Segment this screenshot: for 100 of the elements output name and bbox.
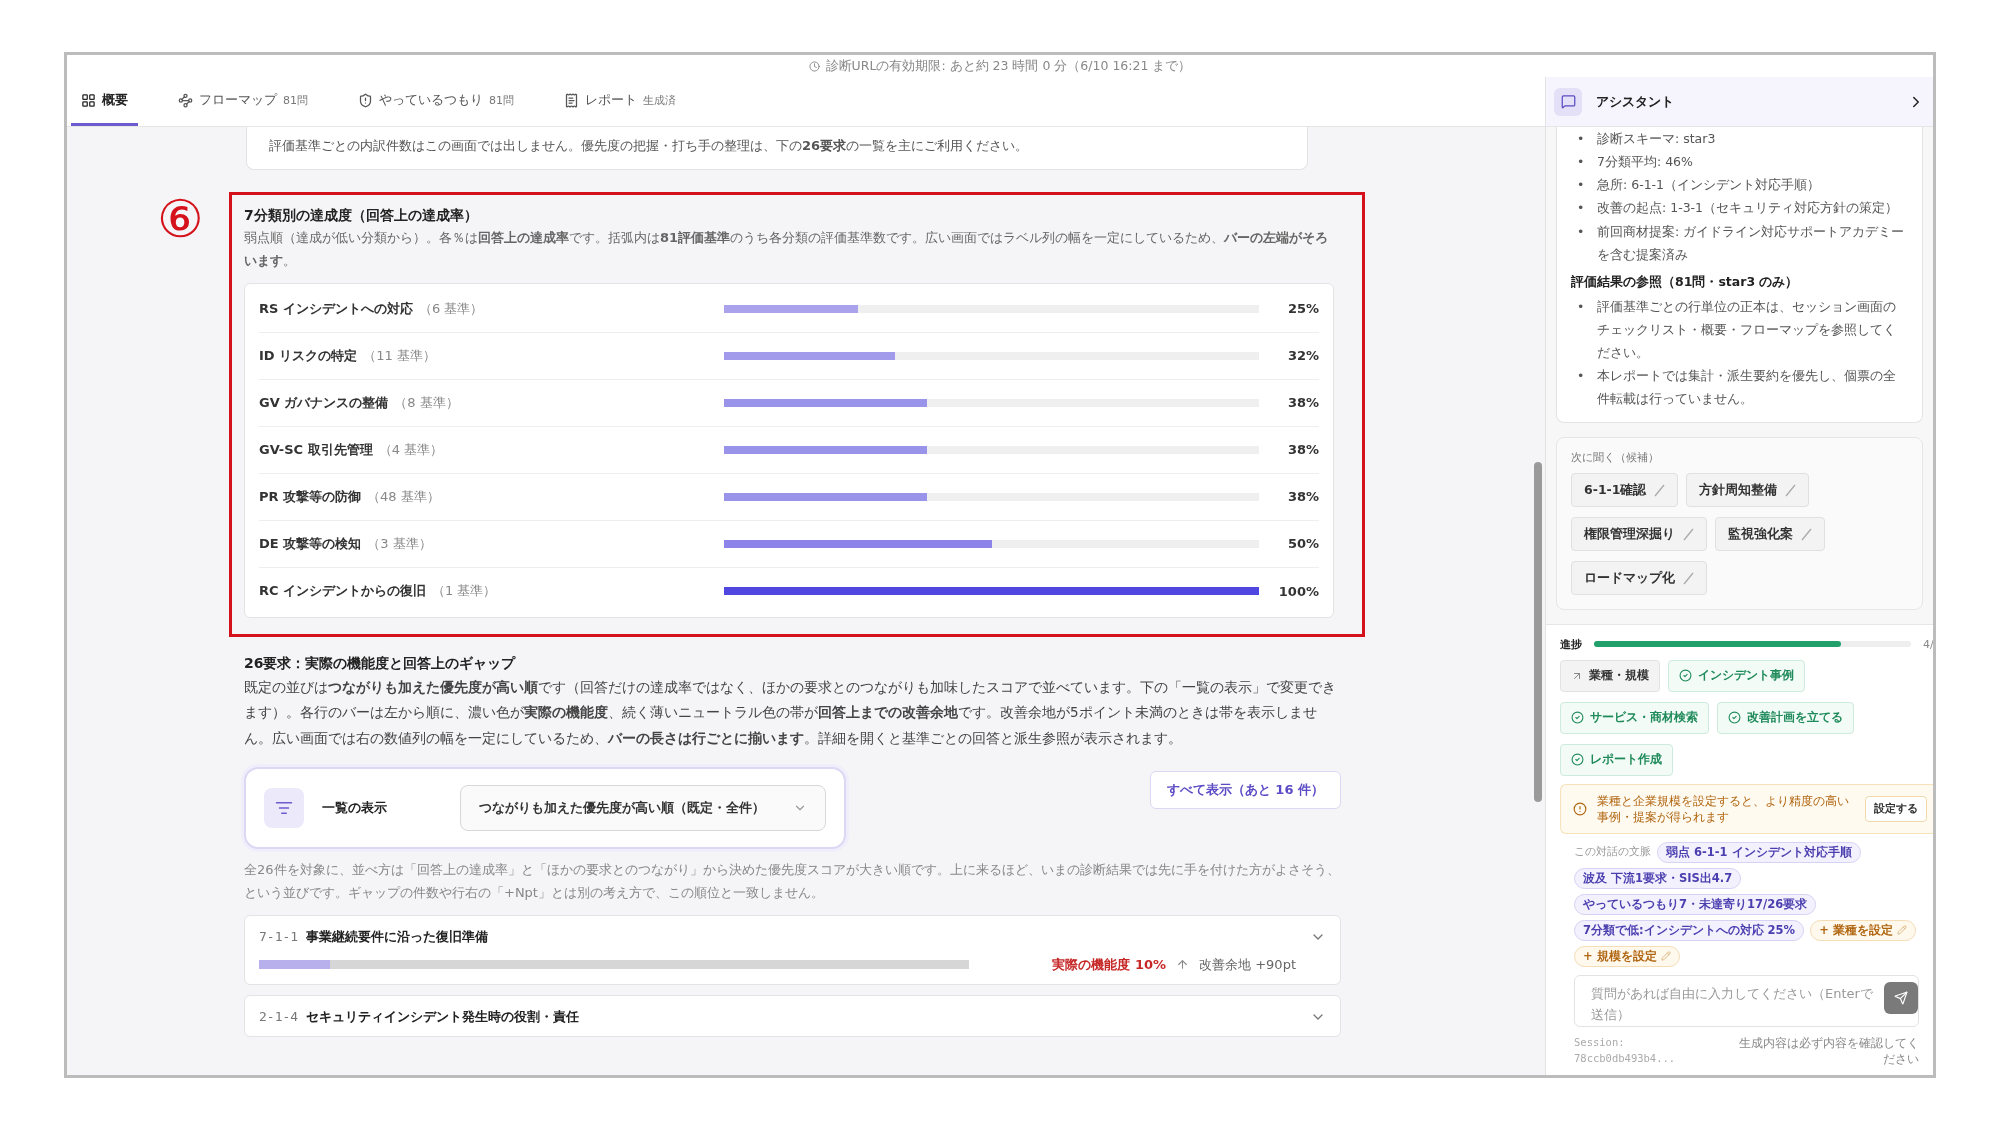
show-all-button[interactable]: すべて表示（あと 16 件）: [1149, 771, 1341, 810]
set-button[interactable]: 設定する: [1865, 795, 1927, 822]
check-circle-icon: [1728, 711, 1741, 725]
step-chip[interactable]: レポート作成: [1560, 743, 1673, 776]
slash-icon: [1683, 571, 1694, 585]
percent-value: 100%: [1277, 583, 1319, 599]
pencil-icon: [1660, 951, 1671, 962]
section-description: 弱点順（達成が低い分類から）。各％は回答上の達成率です。括弧内は81評価基準のうち各分類の評価基準数です。広い画面ではラベル列の幅を一定にしているため、バーの左端がそろいます。: [244, 229, 1330, 270]
criteria-count: （4 基準）: [378, 440, 444, 459]
percent-value: 50%: [1286, 536, 1319, 551]
context-label: この対話の文脈: [1574, 845, 1651, 860]
shield-icon: [358, 92, 373, 108]
category-label: GV-SC 取引先管理: [259, 440, 373, 459]
context-tag[interactable]: 波及 下流1要求・SIS出4.7: [1574, 867, 1742, 889]
suggestions-label: 次に聞く（候補）: [1571, 450, 1660, 466]
bullet: •: [1577, 130, 1585, 148]
requirement-title: 事業継続要件に沿った復旧準備: [306, 927, 489, 946]
tab[interactable]: やっているつもり 81問: [348, 77, 524, 126]
check-circle-icon: [1571, 711, 1584, 725]
percent-value: 38%: [1286, 489, 1319, 504]
pencil-icon: [1896, 925, 1907, 936]
category-label: ID リスクの特定: [259, 346, 358, 365]
summary-item: 7分類平均: 46%: [1597, 153, 1694, 172]
disclaimer: 生成内容は必ず内容を確認してください: [1739, 1034, 1919, 1067]
requirement-row[interactable]: 2-1-4 セキュリティインシデント発生時の役割・責任: [244, 994, 1341, 1037]
context-tag[interactable]: やっているつもり7・未達寄り17/26要求: [1574, 893, 1817, 915]
alert-icon: [1573, 801, 1587, 816]
step-chip[interactable]: 改善計画を立てる: [1717, 701, 1854, 734]
tab[interactable]: 概要: [71, 77, 138, 126]
slash-icon: [1785, 483, 1797, 497]
category-label: GV ガバナンスの整備: [259, 393, 389, 412]
send-button[interactable]: [1884, 981, 1918, 1014]
reference-heading: 評価結果の参照（81問・star3 のみ）: [1571, 273, 1800, 291]
check-circle-icon: [1679, 669, 1692, 683]
suggestion-chip[interactable]: 6-1-1確認: [1571, 473, 1679, 508]
session-label: Session:: [1574, 1034, 1626, 1050]
criteria-count: （8 基準）: [394, 393, 459, 412]
warning-text: 業種と企業規模を設定すると、より精度の高い事例・提案が得られます: [1597, 792, 1850, 825]
tab[interactable]: フローマップ 81問: [168, 77, 318, 126]
session-id: 78ccb0db493b4...: [1574, 1050, 1676, 1066]
sort-note: 全26件を対象に、並べ方は「回答上の達成率」と「ほかの要求とのつながり」から決めた優先度スコアが大きい順です。上に来るほど、いまの診断結果では先に手を付けた方がよさそう、という並びです。ギャップの件数や行右の「+Npt」とは別の考え方で、この順位と一致しません。: [244, 861, 1341, 903]
sort-select[interactable]: つながりも加えた優先度が高い順（既定・全件）: [460, 785, 826, 832]
percent-value: 32%: [1286, 348, 1319, 363]
scrollbar[interactable]: [1534, 462, 1542, 802]
requirement-code: 2-1-4: [259, 1009, 299, 1025]
progress-label: 進捗: [1560, 636, 1582, 652]
bullet: •: [1577, 367, 1585, 386]
bullet: •: [1577, 222, 1585, 241]
reference-item: 本レポートでは集計・派生要約を優先し、個票の全件転載は行っていません。: [1597, 367, 1897, 409]
bullet: •: [1577, 153, 1585, 172]
gap-value: 改善余地 +90pt: [1199, 955, 1296, 974]
section-description: 既定の並びはつながりも加えた優先度が高い順です（回答だけの達成率ではなく、ほかの要求とのつながりも加味したスコアで並べています。下の「一覧の表示」で変更できます）。各行のバーは左から順に、濃い色が実際の機能度、続く薄いニュートラル色の帯が回答上までの改善余地です。改善余地が5ポイント未満のときは帯を表示しません。広い画面では右の数値列の幅を一定にしているため、バーの長さは行ごとに揃います。詳細を開くと基準ごとの回答と派生参照が表示されます。: [244, 677, 1337, 748]
requirement-title: セキュリティインシデント発生時の役割・責任: [306, 1007, 580, 1026]
expiry-notice: 診断URLの有効期限: あと約 23 時間 0 分（6/10 16:21 まで）: [825, 57, 1192, 75]
document-icon: [564, 92, 579, 108]
clock-icon: [808, 60, 820, 72]
requirement-row[interactable]: 7-1-1 事業継続要件に沿った復旧準備 実際の機能度 10% 改善余地 +90pt: [244, 914, 1341, 985]
slash-icon: [1801, 527, 1812, 541]
setting-tag[interactable]: + 規模を設定: [1574, 945, 1680, 967]
flow-icon: [178, 92, 193, 108]
step-chip[interactable]: インシデント事例: [1668, 659, 1805, 692]
summary-item: 急所: 6-1-1（インシデント対応手順）: [1597, 176, 1822, 195]
intro-note: 評価基準ごとの内訳件数はこの画面では出しません。優先度の把握・打ち手の整理は、下の26要求の一覧を主にご利用ください。: [246, 127, 1308, 170]
percent-value: 38%: [1286, 395, 1319, 410]
context-tag[interactable]: 弱点 6-1-1 インシデント対応手順: [1657, 841, 1861, 863]
context-tag[interactable]: 7分類で低:インシデントへの対応 25%: [1574, 919, 1805, 941]
category-label: DE 攻撃等の検知: [259, 534, 362, 553]
requirement-code: 7-1-1: [259, 929, 299, 945]
grid-icon: [81, 92, 96, 108]
tab[interactable]: レポート 生成済: [554, 77, 686, 126]
bullet: •: [1577, 176, 1585, 195]
chat-icon: [1554, 87, 1582, 116]
criteria-count: （11 基準）: [363, 346, 436, 365]
percent-value: 25%: [1286, 301, 1319, 316]
step-chip[interactable]: サービス・商材検索: [1560, 701, 1709, 734]
bullet: •: [1577, 199, 1585, 218]
suggestion-chip[interactable]: ロードマップ化: [1571, 561, 1707, 596]
step-chip[interactable]: 業種・規模: [1560, 659, 1660, 692]
section-title: 26要求：実際の機能度と回答上のギャップ: [244, 654, 517, 673]
filter-icon: [264, 788, 304, 829]
suggestion-chip[interactable]: 方針周知整備: [1686, 473, 1810, 508]
suggestion-chip[interactable]: 権限管理深掘り: [1571, 517, 1707, 552]
summary-item: 前回商材提案: ガイドライン対応サポートアカデミーを含む提案済み: [1597, 222, 1906, 264]
percent-value: 38%: [1286, 442, 1319, 457]
suggestion-chip[interactable]: 監視強化案: [1715, 517, 1825, 552]
summary-item: 診断スキーマ: star3: [1597, 130, 1717, 148]
arrow-up-icon: [1176, 958, 1190, 972]
slash-icon: [1683, 527, 1694, 541]
criteria-count: （1 基準）: [432, 582, 497, 600]
summary-item: 改善の起点: 1-3-1（セキュリティ対応方針の策定）: [1597, 199, 1900, 218]
send-icon: [1894, 990, 1908, 1005]
category-label: RS インシデントへの対応: [259, 299, 413, 318]
criteria-count: （48 基準）: [367, 487, 440, 506]
criteria-count: （3 基準）: [367, 534, 432, 553]
check-circle-icon: [1571, 753, 1584, 767]
setting-tag[interactable]: + 業種を設定: [1810, 919, 1916, 941]
slash-icon: [1654, 483, 1666, 497]
progress-count: 4/: [1923, 637, 1933, 651]
question-field[interactable]: 質問があれば自由に入力してください（Enterで送信）: [1574, 974, 1919, 1027]
category-label: PR 攻撃等の防御: [259, 487, 362, 506]
